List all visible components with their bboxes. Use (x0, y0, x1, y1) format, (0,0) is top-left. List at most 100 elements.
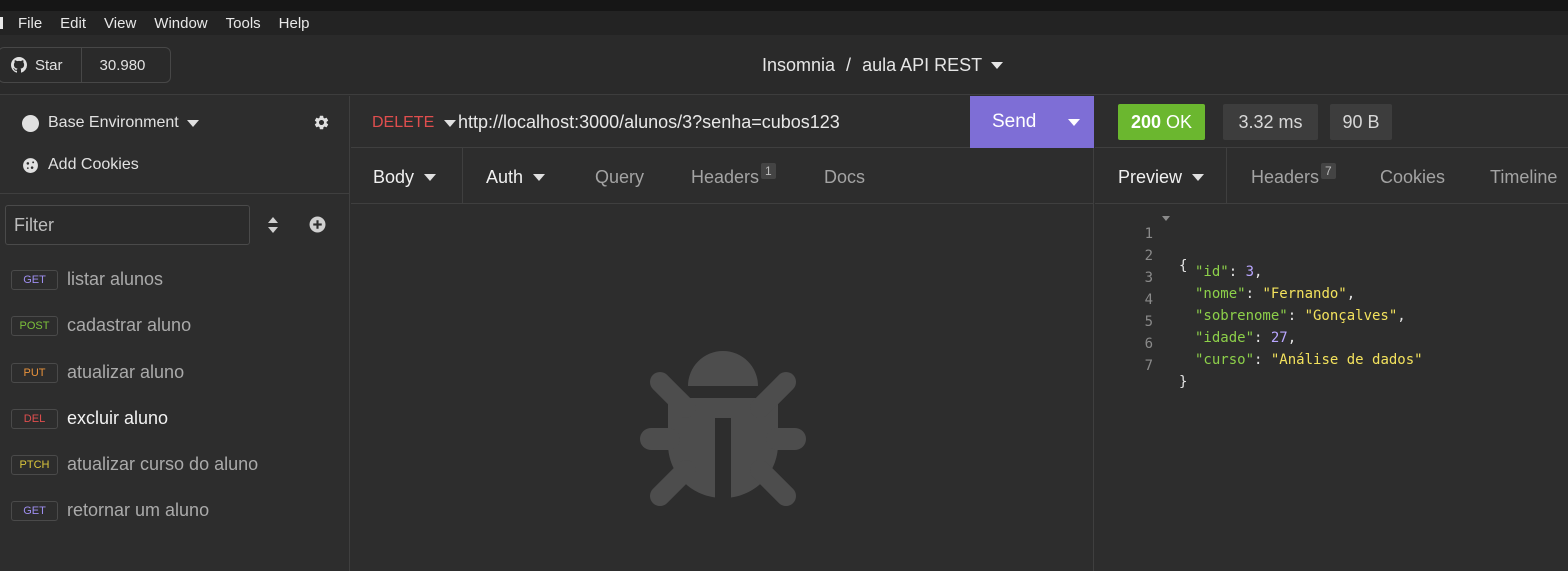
window-top-strip (0, 0, 1568, 11)
status-code: 200 (1130, 111, 1162, 132)
breadcrumb-workspace[interactable]: aula API REST (862, 55, 982, 76)
gear-icon[interactable] (313, 114, 330, 131)
sidebar-divider (0, 193, 350, 194)
breadcrumb[interactable]: Insomnia / aula API REST (762, 55, 1004, 76)
response-size: 90 B (1330, 104, 1392, 140)
request-name: atualizar aluno (67, 362, 185, 382)
tab-docs[interactable]: Docs (824, 167, 865, 188)
request-item-retornar-aluno[interactable]: GET retornar um aluno (11, 500, 209, 521)
response-status-bar: 200 OK 3.32 ms 90 B (1095, 96, 1568, 148)
tab-docs-label: Docs (824, 167, 866, 187)
json-value: "Gonçalves" (1304, 308, 1398, 324)
request-item-atualizar-curso[interactable]: PTCH atualizar curso do aluno (11, 454, 258, 475)
status-text: OK (1166, 111, 1193, 132)
tab-timeline-label: Timeline (1490, 167, 1558, 187)
request-name: excluir aluno (67, 408, 169, 428)
tab-separator (462, 148, 463, 204)
github-icon (11, 57, 27, 73)
status-badge: 200 OK (1118, 104, 1205, 140)
code-line: 7 } (1095, 342, 1188, 390)
fold-arrow-icon[interactable] (1162, 216, 1170, 221)
tab-cookies-label: Cookies (1380, 167, 1446, 187)
json-comma: , (1346, 286, 1356, 302)
json-comma: , (1254, 264, 1263, 280)
request-item-cadastrar-aluno[interactable]: POST cadastrar aluno (11, 315, 191, 336)
tab-auth[interactable]: Auth (486, 167, 546, 188)
method-badge-post: POST (11, 315, 58, 336)
code-line: 3 "nome": "Fernando", (1095, 254, 1356, 302)
request-item-excluir-aluno[interactable]: DEL excluir aluno (11, 408, 168, 429)
send-options-chevron-icon[interactable] (1068, 119, 1080, 126)
tab-cookies[interactable]: Cookies (1380, 167, 1445, 188)
method-label: DELETE (372, 114, 435, 131)
code-line: 2 "id": 3, (1095, 232, 1263, 280)
menu-help[interactable]: Help (279, 15, 310, 32)
menu-edit[interactable]: Edit (60, 15, 86, 32)
code-line: 4 "sobrenome": "Gonçalves", (1095, 276, 1406, 324)
menu-bar: File Edit View Window Tools Help (0, 11, 1568, 35)
menu-tools[interactable]: Tools (226, 15, 261, 32)
bug-icon (640, 351, 806, 506)
add-cookies-label: Add Cookies (48, 156, 139, 173)
tab-response-headers-label: Headers (1251, 167, 1320, 187)
tab-timeline[interactable]: Timeline (1490, 167, 1557, 188)
sort-icon[interactable] (267, 216, 279, 234)
method-badge-get: GET (11, 269, 58, 290)
response-tabs: Preview Headers 7 Cookies Timeline (1095, 148, 1568, 204)
response-headers-count-badge: 7 (1321, 162, 1336, 179)
sidebar: Base Environment Add Cookies GET listar … (0, 96, 350, 571)
request-item-listar-alunos[interactable]: GET listar alunos (11, 269, 163, 290)
tab-headers-label: Headers (691, 167, 760, 187)
code-text: "id": 3, (1195, 264, 1263, 280)
star-count[interactable]: 30.980 (82, 57, 146, 74)
tab-query[interactable]: Query (595, 167, 644, 188)
star-label: Star (35, 56, 63, 74)
breadcrumb-app[interactable]: Insomnia (762, 55, 835, 76)
send-button[interactable]: Send (970, 96, 1094, 148)
chevron-down-icon (186, 119, 199, 127)
method-badge-patch: PTCH (11, 454, 58, 475)
json-value: "Análise de dados" (1270, 352, 1423, 368)
add-cookies-button[interactable]: Add Cookies (22, 156, 139, 174)
tab-preview-label: Preview (1118, 167, 1183, 187)
menu-view[interactable]: View (104, 15, 136, 32)
github-star-button[interactable]: Star (0, 48, 82, 82)
tab-headers[interactable]: Headers 1 (691, 162, 776, 188)
response-pane: 200 OK 3.32 ms 90 B Preview Headers 7 Co… (1095, 96, 1568, 571)
request-tabs: Body Auth Query Headers 1 Docs (351, 148, 1094, 204)
environment-selector[interactable]: Base Environment (22, 114, 199, 132)
response-time: 3.32 ms (1223, 104, 1318, 140)
tab-preview[interactable]: Preview (1118, 167, 1205, 188)
request-name: cadastrar aluno (67, 315, 192, 335)
menu-file[interactable]: File (18, 15, 42, 32)
url-input[interactable]: http://localhost:3000/alunos/3?senha=cub… (458, 112, 840, 133)
tab-body[interactable]: Body (373, 167, 437, 188)
menu-window[interactable]: Window (154, 15, 207, 32)
json-value: 27 (1270, 330, 1288, 346)
filter-input[interactable] (5, 205, 250, 245)
json-key: "idade" (1195, 330, 1255, 346)
method-badge-del: DEL (11, 408, 58, 429)
add-circle-icon[interactable] (309, 216, 326, 233)
code-text: "curso": "Análise de dados" (1195, 352, 1423, 368)
request-name: listar alunos (67, 269, 164, 289)
chevron-down-icon[interactable] (991, 62, 1004, 69)
chevron-down-icon (1192, 174, 1205, 181)
chevron-down-icon (533, 174, 546, 181)
title-bar: Star 30.980 Insomnia / aula API REST (0, 35, 1568, 95)
tab-response-headers[interactable]: Headers 7 (1251, 162, 1336, 188)
request-name: retornar um aluno (67, 500, 210, 520)
url-bar: DELETE http://localhost:3000/alunos/3?se… (351, 96, 1094, 148)
json-key: "curso" (1195, 352, 1255, 368)
headers-count-badge: 1 (761, 162, 776, 179)
request-name: atualizar curso do aluno (67, 454, 259, 474)
send-label: Send (992, 111, 1037, 132)
code-line: 1 { (1095, 210, 1187, 274)
json-key: "id" (1195, 264, 1229, 280)
request-pane: DELETE http://localhost:3000/alunos/3?se… (351, 96, 1094, 571)
request-item-atualizar-aluno[interactable]: PUT atualizar aluno (11, 362, 184, 383)
code-text: { (1179, 258, 1188, 274)
method-selector[interactable]: DELETE (372, 114, 457, 132)
environment-dot-icon (22, 114, 39, 132)
chevron-down-icon (444, 119, 457, 127)
